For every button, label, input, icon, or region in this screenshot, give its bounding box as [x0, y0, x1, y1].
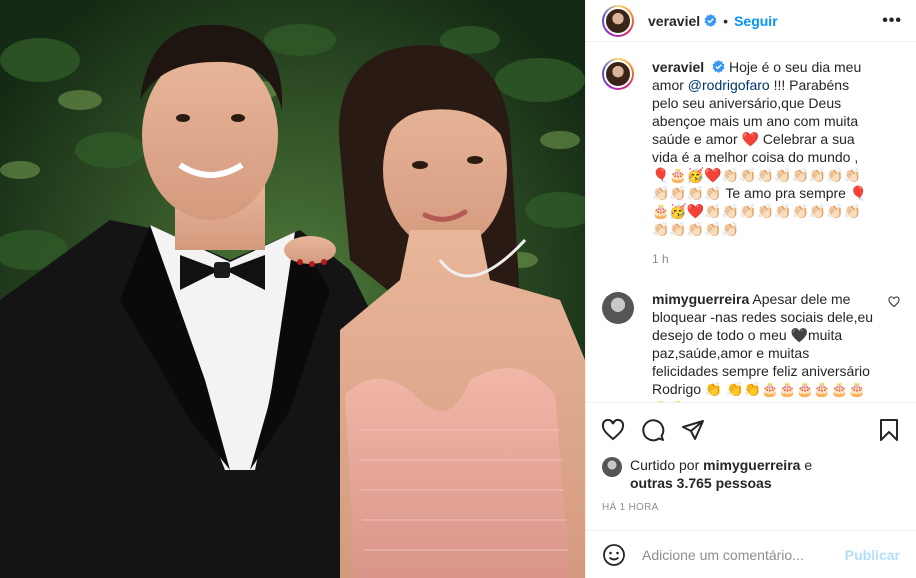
more-options-icon[interactable]: ••• [882, 12, 902, 30]
heart-icon[interactable] [600, 417, 626, 443]
likes-summary: Curtido por mimyguerreira e outras 3.765… [586, 456, 916, 496]
comments-section: veraviel Hoje é o seu dia meu amor @rodr… [586, 42, 916, 402]
post-header: veraviel • Seguir ••• [586, 0, 916, 42]
couple-photo-illustration [0, 0, 585, 578]
post-side-panel: veraviel • Seguir ••• veraviel Hoje é o … [585, 0, 916, 578]
comment-text: Apesar dele me bloquear -nas redes socia… [652, 291, 874, 402]
commenter-username[interactable]: mimyguerreira [652, 291, 749, 307]
post-photo[interactable] [0, 0, 585, 578]
add-comment-bar: Publicar [586, 530, 916, 578]
caption-mention-link[interactable]: @rodrigofaro [688, 77, 770, 93]
author-avatar[interactable] [602, 4, 634, 37]
caption-time: 1 h [652, 252, 669, 266]
post-actions-bar [586, 402, 916, 456]
likes-prefix: Curtido por [630, 457, 700, 473]
share-icon[interactable] [680, 417, 706, 443]
caption-text-rest: !!! Parabéns pelo seu aniversário,que De… [652, 77, 868, 237]
likes-and: e [804, 457, 813, 473]
caption: veraviel Hoje é o seu dia meu amor @rodr… [602, 58, 900, 268]
comment-input[interactable] [642, 546, 845, 563]
header-separator: • [723, 12, 729, 29]
instagram-post: veraviel • Seguir ••• veraviel Hoje é o … [0, 0, 916, 578]
likes-count-link[interactable]: outras 3.765 pessoas [630, 475, 772, 491]
comment-like-heart-icon[interactable] [888, 296, 900, 308]
post-timestamp[interactable]: HÁ 1 HORA [586, 496, 916, 520]
commenter-avatar[interactable] [602, 292, 634, 324]
verified-badge-icon [704, 14, 717, 27]
bookmark-icon[interactable] [876, 417, 902, 443]
follow-button[interactable]: Seguir [734, 13, 778, 29]
caption-author-avatar[interactable] [602, 58, 634, 90]
comment-item: mimyguerreira Apesar dele me bloquear -n… [602, 290, 900, 402]
liker-username[interactable]: mimyguerreira [703, 457, 800, 473]
publish-button[interactable]: Publicar [845, 547, 900, 563]
liker-avatar[interactable] [602, 457, 622, 477]
caption-username[interactable]: veraviel [652, 59, 704, 75]
author-username[interactable]: veraviel [648, 13, 700, 29]
emoji-icon[interactable] [602, 543, 626, 567]
comment-icon[interactable] [640, 417, 666, 443]
verified-badge-icon [712, 60, 725, 73]
